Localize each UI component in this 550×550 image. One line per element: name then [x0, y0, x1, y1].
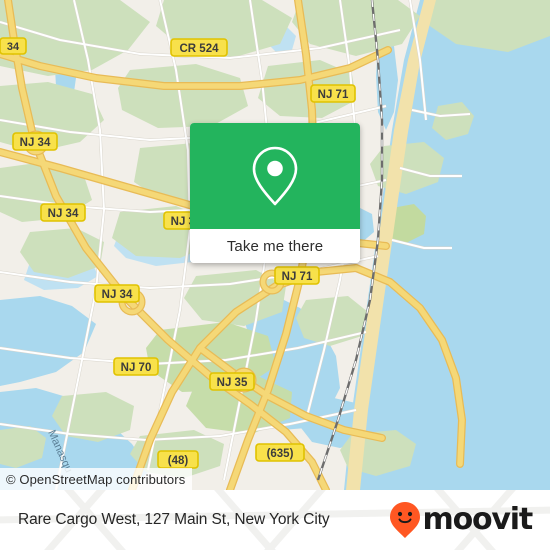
- svg-text:NJ 71: NJ 71: [318, 89, 349, 101]
- moovit-map-page: 34 CR 524 NJ 71 NJ 34 NJ 34 NJ 34 NJ 34 …: [0, 0, 550, 550]
- svg-text:NJ 34: NJ 34: [48, 208, 79, 220]
- take-me-there-button[interactable]: Take me there: [227, 238, 323, 255]
- svg-text:CR 524: CR 524: [180, 43, 220, 55]
- svg-text:NJ 71: NJ 71: [282, 271, 313, 283]
- road-shield: NJ 71: [310, 84, 356, 103]
- road-shield: NJ 34: [12, 132, 58, 151]
- svg-text:(635): (635): [267, 448, 294, 460]
- svg-text:34: 34: [7, 41, 20, 53]
- road-shield: 34: [0, 37, 27, 55]
- popup-card-footer[interactable]: Take me there: [190, 229, 360, 263]
- moovit-wordmark: moovit: [422, 502, 534, 537]
- place-address-label: Rare Cargo West, 127 Main St, New York C…: [18, 511, 330, 528]
- road-shield: CR 524: [170, 38, 228, 57]
- moovit-pin-icon: [389, 502, 420, 538]
- map-pin-icon: [252, 146, 298, 206]
- moovit-logo[interactable]: moovit: [389, 501, 534, 539]
- popup-card-image: [190, 123, 360, 229]
- road-shield: NJ 34: [94, 284, 140, 303]
- road-shield: (635): [255, 443, 305, 462]
- road-shield: (48): [157, 450, 199, 469]
- bottom-info-bar: Rare Cargo West, 127 Main St, New York C…: [0, 490, 550, 550]
- osm-attribution[interactable]: © OpenStreetMap contributors: [0, 468, 193, 490]
- svg-text:(48): (48): [168, 455, 189, 467]
- svg-text:NJ 34: NJ 34: [102, 289, 133, 301]
- road-shield: NJ 71: [274, 266, 320, 285]
- road-shield: NJ 70: [113, 357, 159, 376]
- svg-text:NJ 35: NJ 35: [217, 377, 248, 389]
- road-shield: NJ 35: [209, 372, 255, 391]
- osm-attribution-text: © OpenStreetMap contributors: [6, 471, 186, 487]
- svg-text:NJ 34: NJ 34: [20, 137, 51, 149]
- destination-popup-card[interactable]: Take me there: [190, 123, 360, 263]
- svg-text:NJ 70: NJ 70: [121, 362, 152, 374]
- road-shield: NJ 34: [40, 203, 86, 222]
